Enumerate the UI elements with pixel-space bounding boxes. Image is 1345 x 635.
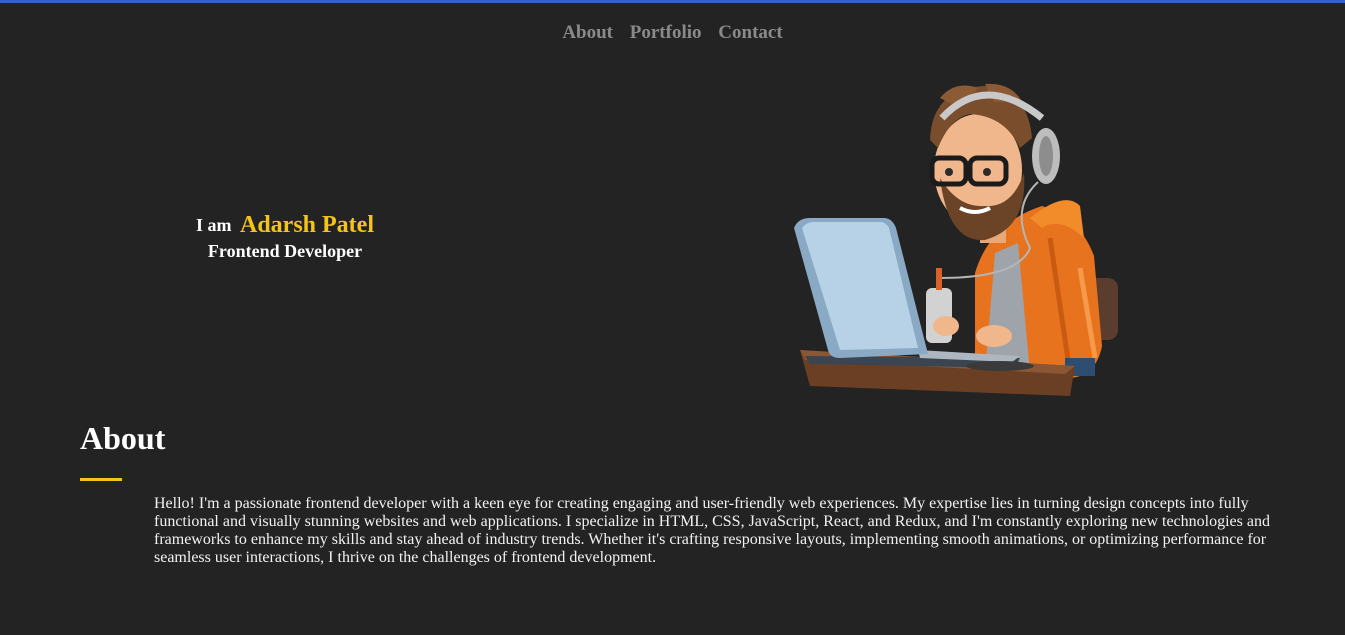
top-border [0,0,1345,3]
nav-link-portfolio[interactable]: Portfolio [630,22,702,44]
nav-link-contact[interactable]: Contact [718,22,782,44]
hero-name: Adarsh Patel [240,212,374,238]
hero-role: Frontend Developer [207,241,363,261]
hero-intro: I am Adarsh Patel Frontend Developer [120,212,450,262]
hero-prefix: I am [196,215,232,235]
about-description: Hello! I'm a passionate frontend develop… [154,495,1270,566]
nav-link-about[interactable]: About [562,22,613,44]
hero-greeting: I am Adarsh Patel [120,212,450,239]
developer-with-laptop-illustration [794,83,1118,396]
main-nav: About Portfolio Contact [0,22,1345,44]
about-heading-underline [80,478,122,481]
about-heading: About [80,420,166,456]
